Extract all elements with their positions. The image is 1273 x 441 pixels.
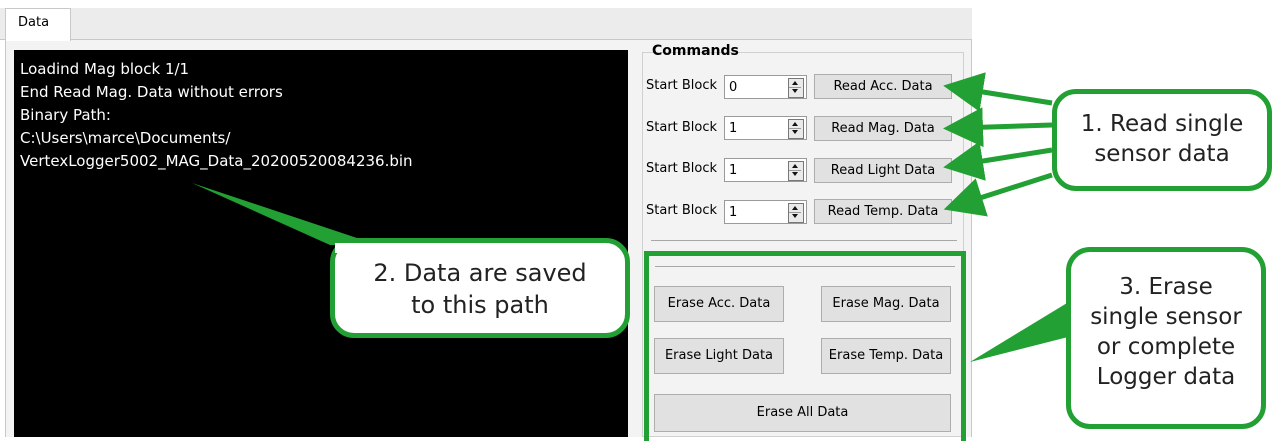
arrow-to-read-light bbox=[943, 141, 1053, 181]
callout-text: 3. Erase bbox=[1119, 274, 1213, 300]
callout-text: sensor data bbox=[1094, 141, 1230, 167]
callout-read-single: 1. Read single sensor data bbox=[1052, 89, 1272, 191]
callout-text: Logger data bbox=[1096, 364, 1236, 390]
callout-text: 2. Data are saved bbox=[373, 259, 587, 287]
callout-erase: 3. Erase single sensor or complete Logge… bbox=[1066, 247, 1266, 429]
callout-text: to this path bbox=[411, 291, 549, 319]
arrow-to-read-temp bbox=[943, 172, 1053, 217]
callout-text: 1. Read single bbox=[1080, 111, 1244, 137]
callout-text: or complete bbox=[1096, 334, 1236, 360]
arrow-to-read-mag bbox=[943, 107, 1053, 148]
arrow-to-read-acc bbox=[943, 72, 1053, 112]
callout-data-saved: 2. Data are saved to this path bbox=[330, 238, 630, 338]
callout-text: single sensor bbox=[1090, 304, 1242, 330]
callout-pointer-mask bbox=[335, 243, 385, 253]
callout3-pointer bbox=[970, 300, 1072, 362]
callout2-pointer bbox=[192, 183, 378, 245]
